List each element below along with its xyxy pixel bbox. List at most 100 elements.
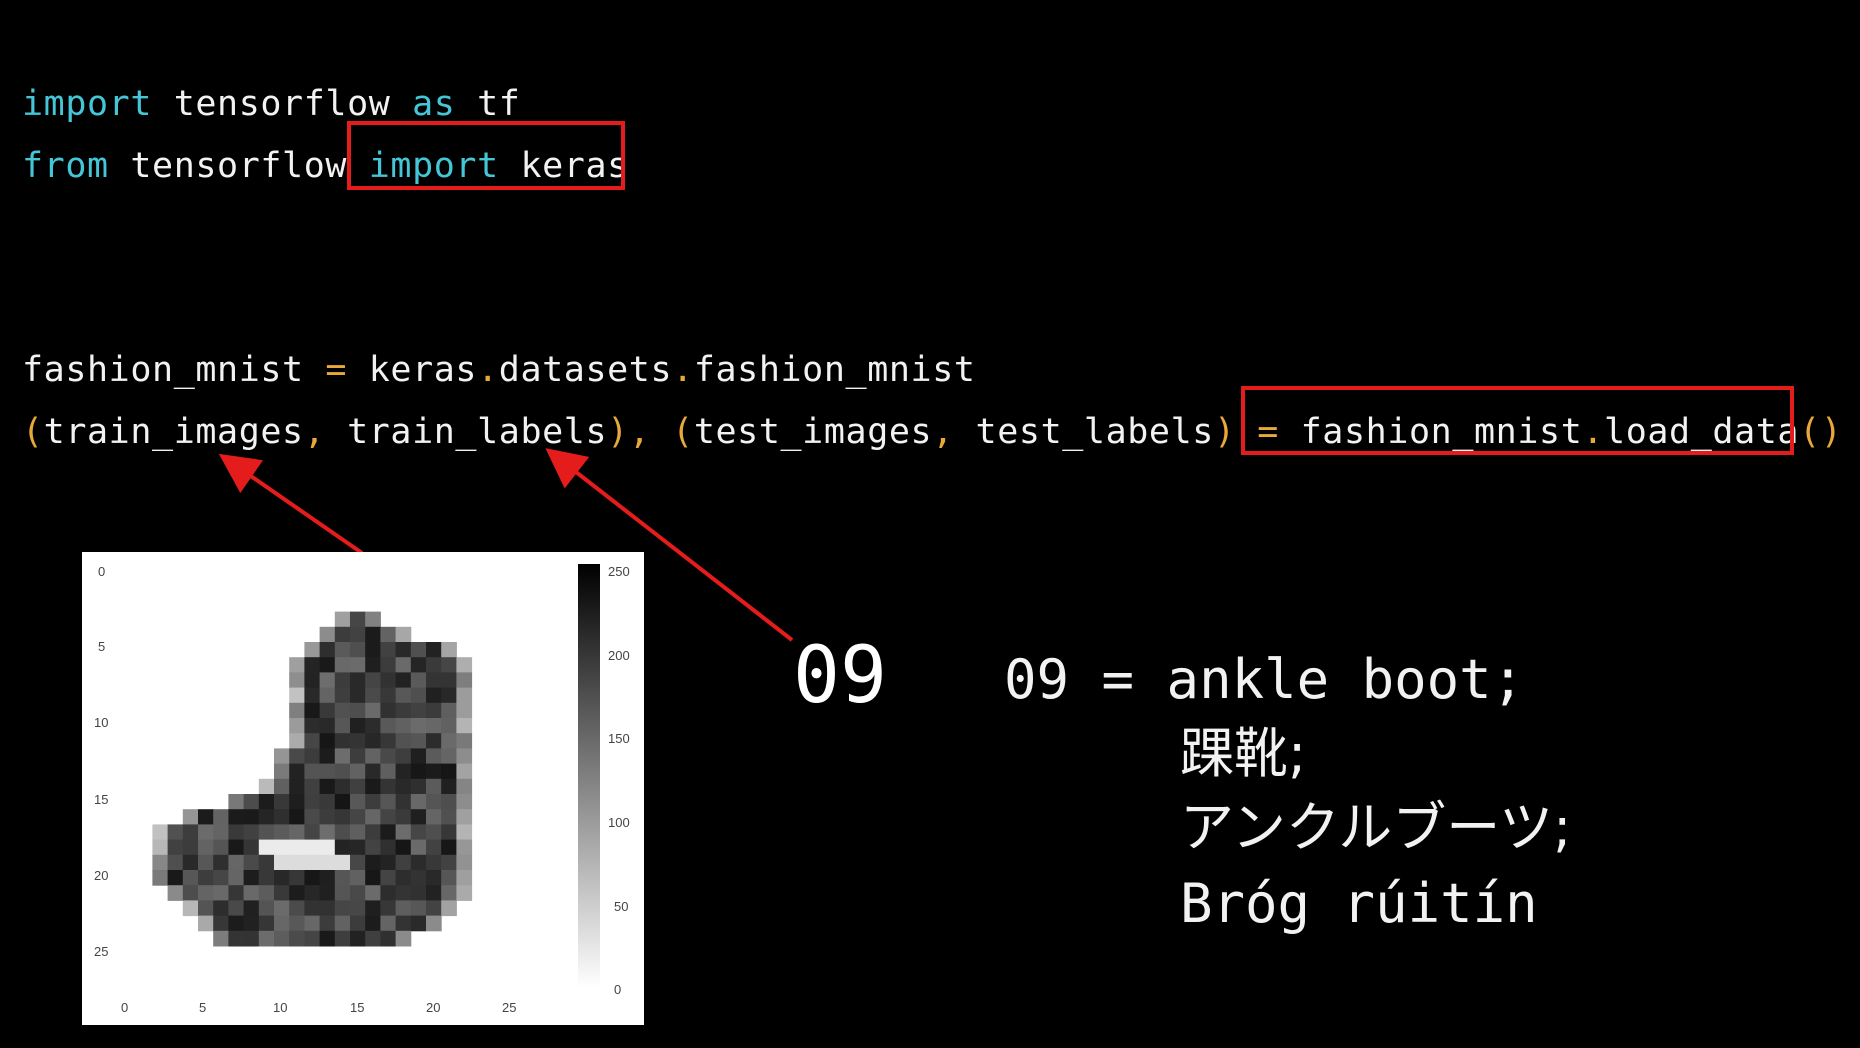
boot-pixel xyxy=(289,794,305,810)
boot-pixel xyxy=(380,626,397,643)
boot-pixel xyxy=(228,854,245,871)
boot-pixel xyxy=(441,900,457,917)
boot-pixel xyxy=(350,870,366,886)
boot-pixel xyxy=(319,733,336,749)
boot-pixel xyxy=(274,824,290,841)
boot-pixel xyxy=(456,733,473,749)
boot-pixel xyxy=(334,839,351,856)
boot-pixel xyxy=(213,824,229,841)
boot-pixel xyxy=(395,915,412,932)
boot-pixel xyxy=(380,642,397,658)
boot-pixel xyxy=(365,718,381,734)
boot-pixel xyxy=(426,642,442,658)
x-tick-15: 15 xyxy=(350,1000,364,1015)
colorbar-tick-0: 0 xyxy=(614,982,621,997)
boot-pixel xyxy=(350,824,366,841)
boot-pixel xyxy=(380,930,397,947)
boot-pixel xyxy=(289,839,305,856)
colorbar-tick-100: 100 xyxy=(608,815,630,830)
boot-pixel xyxy=(152,870,169,886)
boot-pixel xyxy=(319,763,336,780)
boot-pixel xyxy=(319,642,336,658)
boot-pixel xyxy=(334,702,351,719)
boot-pixel xyxy=(304,885,321,901)
boot-pixel xyxy=(441,718,457,734)
boot-pixel xyxy=(426,794,442,810)
boot-pixel xyxy=(380,870,397,886)
boot-pixel xyxy=(319,824,336,841)
boot-pixel xyxy=(289,900,305,917)
boot-pixel xyxy=(334,824,351,841)
boot-pixel xyxy=(243,809,260,825)
boot-pixel xyxy=(441,672,457,689)
boot-pixel xyxy=(380,915,397,932)
boot-pixel xyxy=(441,687,457,704)
boot-pixel xyxy=(395,687,412,704)
boot-pixel xyxy=(289,748,305,765)
boot-pixel xyxy=(304,854,321,871)
boot-pixel xyxy=(304,687,321,704)
boot-pixel xyxy=(426,763,442,780)
boot-pixel xyxy=(289,930,305,947)
boot-pixel xyxy=(456,778,473,795)
boot-pixel xyxy=(319,718,336,734)
boot-pixel xyxy=(456,794,473,810)
boot-pixel xyxy=(350,763,366,780)
boot-pixel xyxy=(274,885,290,901)
boot-pixel xyxy=(350,839,366,856)
boot-pixel xyxy=(380,824,397,841)
boot-pixel xyxy=(365,626,381,643)
boot-pixel xyxy=(441,778,457,795)
boot-pixel xyxy=(426,748,442,765)
boot-pixel xyxy=(228,885,245,901)
x-tick-0: 0 xyxy=(121,1000,128,1015)
boot-pixel xyxy=(289,915,305,932)
boot-pixel xyxy=(258,915,275,932)
colorbar-tick-150: 150 xyxy=(608,731,630,746)
boot-pixel xyxy=(304,915,321,932)
boot-pixel xyxy=(365,672,381,689)
boot-pixel xyxy=(380,900,397,917)
boot-pixel xyxy=(228,915,245,932)
boot-pixel xyxy=(410,885,427,901)
boot-pixel xyxy=(365,642,381,658)
boot-pixel xyxy=(334,626,351,643)
y-tick-10: 10 xyxy=(94,715,108,730)
boot-pixel xyxy=(213,839,229,856)
arrow-to-train-images xyxy=(218,453,364,555)
boot-pixel xyxy=(456,885,473,901)
boot-pixel xyxy=(228,794,245,810)
boot-pixel xyxy=(258,930,275,947)
boot-pixel xyxy=(365,854,381,871)
boot-pixel xyxy=(380,809,397,825)
definition-japanese: アンクルブーツ; xyxy=(1180,796,1572,859)
boot-pixel xyxy=(426,672,442,689)
boot-pixel xyxy=(258,854,275,871)
boot-pixel xyxy=(365,748,381,765)
boot-pixel xyxy=(304,718,321,734)
boot-pixel xyxy=(410,900,427,917)
y-tick-0: 0 xyxy=(98,564,105,579)
boot-pixel xyxy=(319,778,336,795)
boot-pixel xyxy=(365,702,381,719)
y-tick-25: 25 xyxy=(94,944,108,959)
boot-pixel xyxy=(213,900,229,917)
colorbar xyxy=(578,564,600,988)
boot-pixel xyxy=(350,854,366,871)
boot-pixel xyxy=(365,657,381,673)
boot-pixel xyxy=(213,885,229,901)
boot-pixel xyxy=(395,778,412,795)
boot-pixel xyxy=(334,672,351,689)
boot-pixel xyxy=(274,854,290,871)
boot-pixel xyxy=(380,733,397,749)
boot-pixel xyxy=(289,672,305,689)
boot-pixel xyxy=(213,809,229,825)
boot-pixel xyxy=(380,657,397,673)
boot-pixel xyxy=(441,702,457,719)
boot-pixel xyxy=(441,885,457,901)
boot-pixel xyxy=(182,870,199,886)
boot-pixel xyxy=(243,839,260,856)
boot-pixel xyxy=(243,930,260,947)
boot-pixel xyxy=(441,748,457,765)
y-tick-15: 15 xyxy=(94,792,108,807)
